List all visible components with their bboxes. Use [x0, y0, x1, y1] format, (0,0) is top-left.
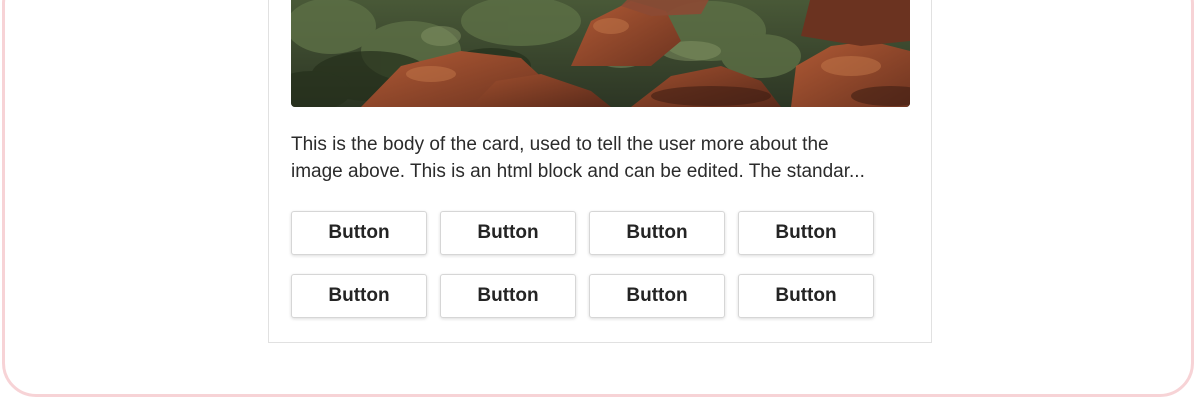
card-body-line-2: image above. This is an html block and c… — [291, 161, 865, 182]
button-8[interactable]: Button — [738, 274, 874, 318]
button-5[interactable]: Button — [291, 274, 427, 318]
card: This is the body of the card, used to te… — [268, 0, 932, 343]
card-body-text: This is the body of the card, used to te… — [291, 131, 891, 185]
button-7[interactable]: Button — [589, 274, 725, 318]
card-body-line-1: This is the body of the card, used to te… — [291, 134, 829, 155]
card-image — [291, 0, 910, 107]
button-3[interactable]: Button — [589, 211, 725, 255]
button-6[interactable]: Button — [440, 274, 576, 318]
button-1[interactable]: Button — [291, 211, 427, 255]
button-2[interactable]: Button — [440, 211, 576, 255]
button-4[interactable]: Button — [738, 211, 874, 255]
